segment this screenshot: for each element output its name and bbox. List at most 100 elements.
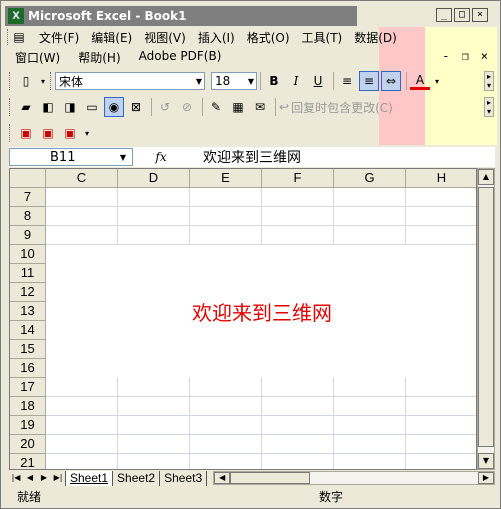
- sheet-tab-sheet3[interactable]: Sheet3: [160, 470, 208, 486]
- menu-file[interactable]: 文件(F): [39, 29, 79, 46]
- grid-cell[interactable]: [334, 207, 406, 226]
- column-header[interactable]: H: [406, 169, 476, 188]
- delete-comment-icon[interactable]: ⊠: [126, 97, 146, 117]
- grid-cell[interactable]: [190, 378, 262, 397]
- workbook-icon[interactable]: ▤: [11, 29, 27, 45]
- grid-cell[interactable]: [334, 397, 406, 416]
- grid-cell[interactable]: [46, 435, 118, 454]
- row-header[interactable]: 10: [10, 245, 46, 264]
- grid-cell[interactable]: [190, 207, 262, 226]
- row-header[interactable]: 21: [10, 454, 46, 469]
- comment-icon[interactable]: ▭: [82, 97, 102, 117]
- menu-edit[interactable]: 编辑(E): [91, 29, 132, 46]
- grid-cell[interactable]: [46, 397, 118, 416]
- grid-cell[interactable]: [118, 188, 190, 207]
- close-button[interactable]: ×: [472, 8, 488, 22]
- grid-cell[interactable]: [334, 378, 406, 397]
- grid-cell[interactable]: [118, 416, 190, 435]
- workbook-minimize-button[interactable]: -: [442, 49, 449, 63]
- restore-button[interactable]: □: [454, 8, 470, 22]
- grid-cell[interactable]: [262, 378, 334, 397]
- grid-cell[interactable]: [118, 454, 190, 469]
- menu-data[interactable]: 数据(D): [354, 29, 397, 46]
- grid-cell[interactable]: [262, 226, 334, 245]
- column-header[interactable]: D: [118, 169, 190, 188]
- column-header[interactable]: F: [262, 169, 334, 188]
- row-header[interactable]: 8: [10, 207, 46, 226]
- grid-cell[interactable]: [334, 454, 406, 469]
- grid-cell[interactable]: [262, 416, 334, 435]
- track-changes-icon[interactable]: ↺: [155, 97, 175, 117]
- grid-cell[interactable]: [406, 378, 476, 397]
- sheet-tab-sheet2[interactable]: Sheet2: [113, 470, 161, 486]
- bold-button[interactable]: B: [264, 71, 284, 91]
- chevron-down-icon[interactable]: ▼: [120, 153, 128, 162]
- grid-cell[interactable]: [190, 188, 262, 207]
- convert-to-pdf-icon[interactable]: ▣: [16, 123, 36, 143]
- show-comments-icon[interactable]: ◉: [104, 97, 124, 117]
- toolbar-overflow-icon[interactable]: ▸ ▾: [484, 97, 494, 117]
- grid-cell[interactable]: [190, 454, 262, 469]
- grid-cell[interactable]: [46, 188, 118, 207]
- grid-cell[interactable]: [262, 454, 334, 469]
- row-header[interactable]: 17: [10, 378, 46, 397]
- grid-cell[interactable]: [118, 226, 190, 245]
- new-dropdown-icon[interactable]: ▾: [38, 71, 48, 91]
- grid-cell[interactable]: [406, 188, 476, 207]
- cancel-changes-icon[interactable]: ⊘: [177, 97, 197, 117]
- minimize-button[interactable]: _: [436, 8, 452, 22]
- next-sheet-icon[interactable]: ▶: [37, 471, 51, 485]
- merged-cell[interactable]: 欢迎来到三维网: [46, 245, 476, 378]
- grid-cell[interactable]: [118, 207, 190, 226]
- menu-window[interactable]: 窗口(W): [15, 49, 60, 66]
- scroll-left-icon[interactable]: ◀: [214, 472, 231, 484]
- name-box[interactable]: B11 ▼: [9, 148, 133, 166]
- prev-sheet-icon[interactable]: ◀: [23, 471, 37, 485]
- grid-cell[interactable]: [46, 207, 118, 226]
- row-header[interactable]: 13: [10, 302, 46, 321]
- align-left-icon[interactable]: ≡: [337, 71, 357, 91]
- grid-cell[interactable]: [334, 188, 406, 207]
- grid-cell[interactable]: [190, 435, 262, 454]
- formula-input[interactable]: 欢迎来到三维网: [189, 147, 495, 167]
- send-mail-icon[interactable]: ✉: [250, 97, 270, 117]
- toolbar-grip[interactable]: [9, 98, 12, 116]
- toolbar-grip[interactable]: [9, 72, 12, 90]
- grid-cell[interactable]: [262, 207, 334, 226]
- menu-format[interactable]: 格式(O): [247, 29, 290, 46]
- first-sheet-icon[interactable]: |◀: [9, 471, 23, 485]
- comment-prev-icon[interactable]: ◧: [38, 97, 58, 117]
- pdf-and-email-icon[interactable]: ▣: [38, 123, 58, 143]
- grid-cell[interactable]: [406, 416, 476, 435]
- grid-cell[interactable]: [46, 378, 118, 397]
- grid-cell[interactable]: [406, 454, 476, 469]
- column-header[interactable]: G: [334, 169, 406, 188]
- row-header[interactable]: 7: [10, 188, 46, 207]
- insert-function-icon[interactable]: fx: [133, 150, 189, 164]
- horizontal-scrollbar[interactable]: ◀ ▶: [213, 471, 495, 485]
- italic-button[interactable]: I: [286, 71, 306, 91]
- reply-with-changes-button[interactable]: 回复时包含更改(C): [291, 99, 393, 116]
- edit-icon[interactable]: ✎: [206, 97, 226, 117]
- menu-tools[interactable]: 工具(T): [302, 29, 343, 46]
- row-header[interactable]: 15: [10, 340, 46, 359]
- grid-cell[interactable]: [46, 454, 118, 469]
- menu-adobe-pdf[interactable]: Adobe PDF(B): [139, 49, 222, 66]
- menu-help[interactable]: 帮助(H): [78, 49, 120, 66]
- worksheet-grid[interactable]: C D E F G H 7 8 9 10 11 12 13 14 15 16 17 18 19 20 21 …: [9, 168, 477, 470]
- horizontal-scroll-thumb[interactable]: [230, 472, 311, 484]
- reply-icon[interactable]: ↩: [279, 97, 289, 117]
- row-header[interactable]: 19: [10, 416, 46, 435]
- font-color-dropdown-icon[interactable]: ▾: [432, 71, 442, 91]
- scroll-up-icon[interactable]: ▲: [478, 169, 494, 185]
- menubar-grip[interactable]: [7, 29, 10, 45]
- grid-cell[interactable]: [46, 226, 118, 245]
- workbook-restore-button[interactable]: ❐: [462, 49, 469, 63]
- column-header[interactable]: C: [46, 169, 118, 188]
- grid-cell[interactable]: [334, 416, 406, 435]
- comment-next-icon[interactable]: ◨: [60, 97, 80, 117]
- grid-cell[interactable]: [190, 226, 262, 245]
- grid-cell[interactable]: [190, 416, 262, 435]
- grid-cell[interactable]: [406, 207, 476, 226]
- pdf-review-icon[interactable]: ▣: [60, 123, 80, 143]
